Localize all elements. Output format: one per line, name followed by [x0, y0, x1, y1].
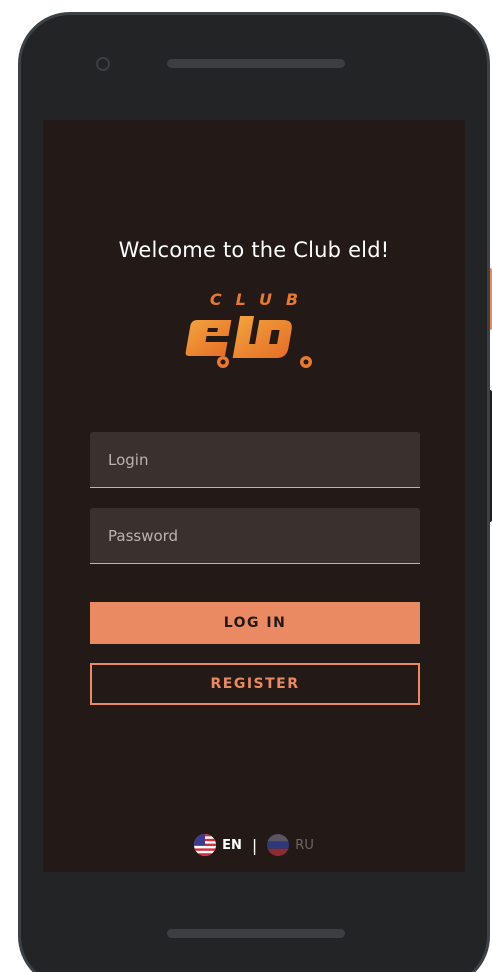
language-option-en[interactable]: EN — [194, 834, 242, 856]
register-button[interactable]: REGISTER — [90, 663, 420, 705]
register-button-label: REGISTER — [210, 676, 300, 692]
login-field[interactable] — [90, 432, 420, 488]
password-input[interactable] — [90, 508, 420, 563]
language-option-ru[interactable]: RU — [267, 834, 314, 856]
earpiece-speaker — [167, 59, 345, 68]
language-code-en: EN — [222, 837, 242, 853]
us-flag-icon — [194, 834, 217, 856]
login-button[interactable]: LOG IN — [90, 602, 420, 644]
login-button-label: LOG IN — [223, 615, 287, 631]
device-mockup: Welcome to the Club eld! CLUB Login LOG … — [0, 0, 492, 972]
login-input[interactable] — [90, 432, 420, 487]
language-code-ru: RU — [295, 837, 314, 853]
language-separator: | — [251, 835, 258, 855]
front-camera-icon — [96, 57, 110, 71]
home-indicator — [167, 929, 345, 938]
language-switcher: EN | RU — [43, 832, 465, 858]
app-screen: Welcome to the Club eld! CLUB Login LOG … — [43, 120, 465, 872]
club-eld-logo: CLUB — [185, 290, 312, 368]
password-field[interactable] — [90, 508, 420, 564]
svg-text:CLUB: CLUB — [210, 290, 312, 309]
welcome-title: Welcome to the Club eld! — [118, 238, 390, 262]
ru-flag-icon — [267, 834, 290, 856]
